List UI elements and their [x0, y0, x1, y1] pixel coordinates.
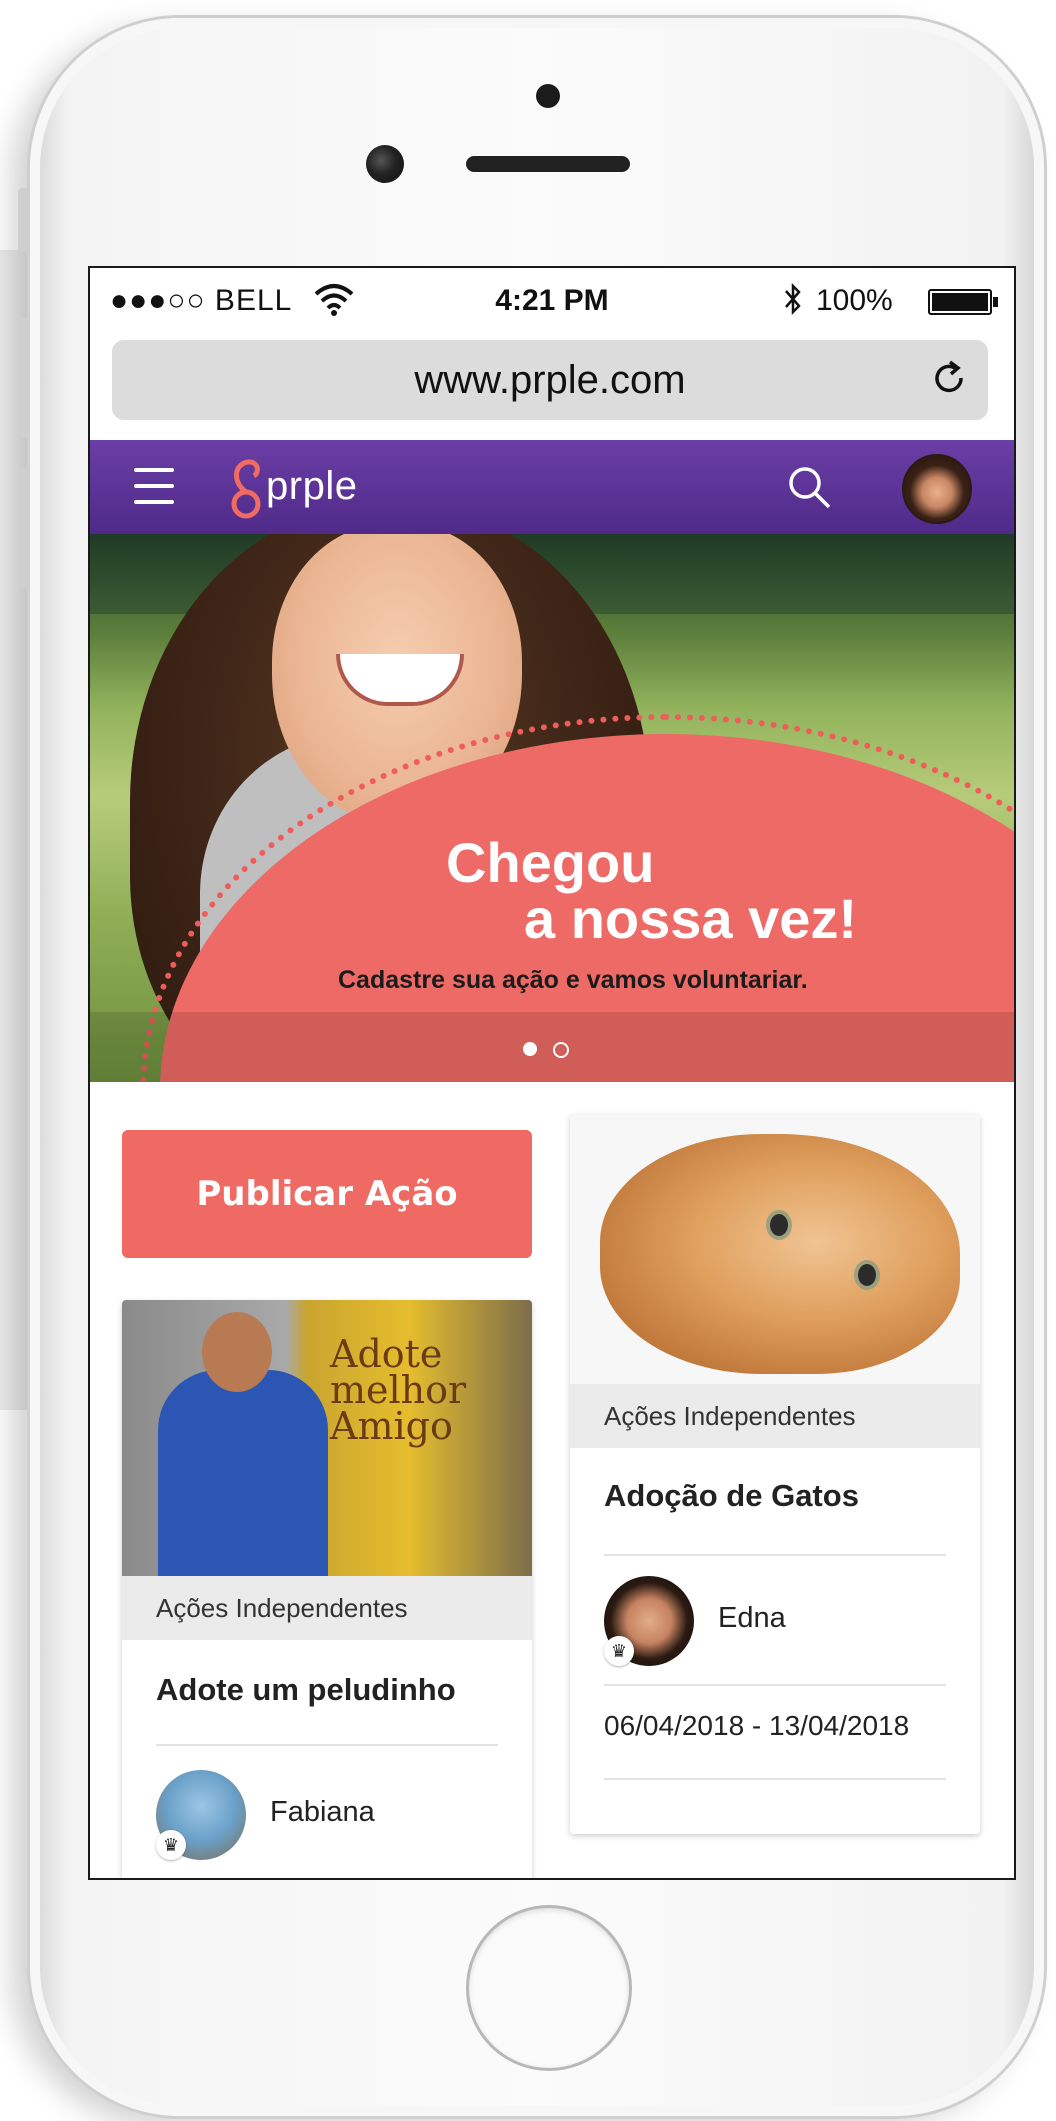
battery-percentage: 100% [816, 284, 893, 317]
avatar[interactable] [902, 454, 972, 524]
earpiece-speaker [466, 156, 630, 172]
search-icon[interactable] [786, 464, 832, 510]
publish-action-button[interactable]: Publicar Ação [122, 1130, 532, 1258]
menu-icon[interactable] [134, 468, 174, 504]
date-range: 06/04/2018 - 13/04/2018 [604, 1710, 910, 1741]
carousel-dot[interactable] [553, 1042, 569, 1058]
card-divider [604, 1778, 946, 1780]
carousel-indicator-bar [90, 1012, 1014, 1082]
card-title[interactable]: Adoção de Gatos [570, 1478, 859, 1514]
user-name[interactable]: Edna [718, 1602, 786, 1635]
mute-switch [18, 188, 30, 252]
front-camera [366, 145, 404, 183]
phone-screen: ●●●○○ BELL 4:21 PM 100% www.prple.com pr… [88, 266, 1016, 1880]
proximity-sensor [536, 84, 560, 108]
bluetooth-icon [785, 282, 801, 316]
kitten-eye [854, 1260, 880, 1290]
card-title[interactable]: Adote um peludinho [122, 1672, 456, 1708]
card-divider [604, 1684, 946, 1686]
card-photo-person [158, 1370, 328, 1580]
home-button[interactable] [466, 1905, 632, 2071]
hero-subline: Cadastre sua ação e vamos voluntariar. [338, 966, 808, 994]
action-card[interactable]: Ações Independentes Adoção de Gatos ♛ Ed… [570, 1114, 980, 1834]
card-photo: Adote melhor Amigo [122, 1300, 532, 1580]
card-category: Ações Independentes [122, 1576, 532, 1640]
carousel-dot-active[interactable] [523, 1042, 537, 1056]
address-bar[interactable]: www.prple.com [112, 340, 988, 420]
logo-text[interactable]: prple [266, 464, 357, 509]
status-bar: ●●●○○ BELL 4:21 PM 100% [90, 268, 1014, 332]
card-divider [604, 1554, 946, 1556]
reload-icon[interactable] [928, 358, 972, 402]
logo-icon [231, 459, 261, 519]
hero-banner[interactable]: Chegou a nossa vez! Cadastre sua ação e … [90, 534, 1014, 1082]
feed: Publicar Ação Adote melhor Amigo Ações Ind… [90, 1082, 1014, 1878]
app-header: prple [90, 440, 1014, 534]
crown-icon: ♛ [156, 1830, 186, 1860]
card-photo-poster: Adote melhor Amigo [330, 1332, 467, 1448]
hero-headline-line2: a nossa vez! [524, 887, 858, 950]
volume-up-button [18, 318, 30, 438]
kitten-eye [766, 1210, 792, 1240]
crown-icon: ♛ [604, 1636, 634, 1666]
card-photo [570, 1114, 980, 1384]
action-card[interactable]: Adote melhor Amigo Ações Independentes Ado… [122, 1300, 532, 1878]
card-photo-head [202, 1312, 272, 1392]
card-category: Ações Independentes [570, 1384, 980, 1448]
url-text[interactable]: www.prple.com [112, 358, 988, 403]
battery-icon [928, 289, 998, 315]
card-divider [156, 1744, 498, 1746]
card-photo-kitten [600, 1134, 960, 1374]
volume-down-button [18, 468, 30, 588]
user-name[interactable]: Fabiana [270, 1796, 375, 1829]
